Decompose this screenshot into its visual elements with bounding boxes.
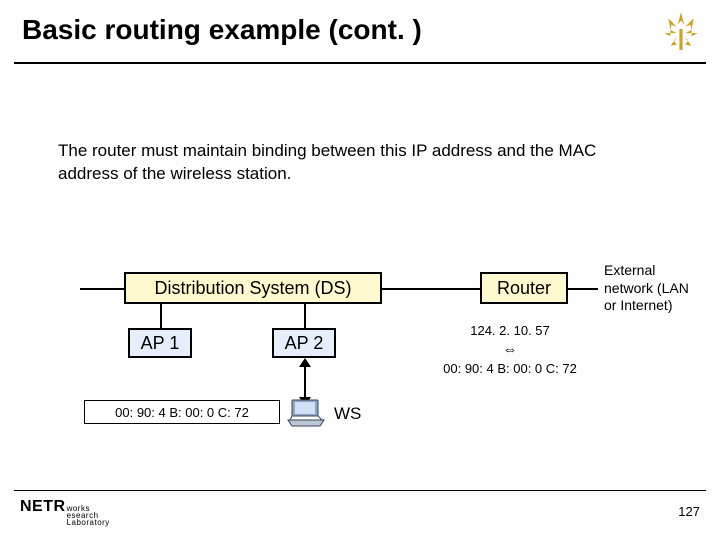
footer-logo-main: NETR: [20, 498, 66, 516]
distribution-system-box: Distribution System (DS): [124, 272, 382, 304]
ws-mac-box: 00: 90: 4 B: 00: 0 C: 72: [84, 400, 280, 424]
laptop-icon: [286, 398, 326, 428]
footer-logo-sub3: Laboratory: [67, 518, 110, 527]
ap2-connector: [304, 304, 306, 328]
ap2-box: AP 2: [272, 328, 336, 358]
ds-left-connector: [80, 288, 124, 290]
router-external-connector: [568, 288, 598, 290]
ws-label: WS: [334, 404, 361, 424]
org-logo-icon: [660, 10, 702, 52]
binding-arrow-icon: ⇔: [503, 341, 518, 358]
binding-mac: 00: 90: 4 B: 00: 0 C: 72: [443, 361, 577, 376]
footer-logo: NETR works esearch Laboratory: [20, 498, 110, 527]
footer-logo-sub: works esearch Laboratory: [67, 505, 110, 527]
ap1-connector: [160, 304, 162, 328]
slide-title: Basic routing example (cont. ): [22, 14, 422, 46]
page-number: 127: [678, 504, 700, 519]
footer-divider: [14, 490, 706, 491]
ip-mac-binding: 124. 2. 10. 57 ⇔ 00: 90: 4 B: 00: 0 C: 7…: [412, 322, 608, 377]
router-box: Router: [480, 272, 568, 304]
title-divider: [14, 62, 706, 64]
binding-ip: 124. 2. 10. 57: [470, 323, 550, 338]
external-network-label: External network (LAN or Internet): [604, 262, 690, 315]
ap1-box: AP 1: [128, 328, 192, 358]
ds-router-connector: [382, 288, 480, 290]
slide-body-text: The router must maintain binding between…: [58, 140, 628, 186]
